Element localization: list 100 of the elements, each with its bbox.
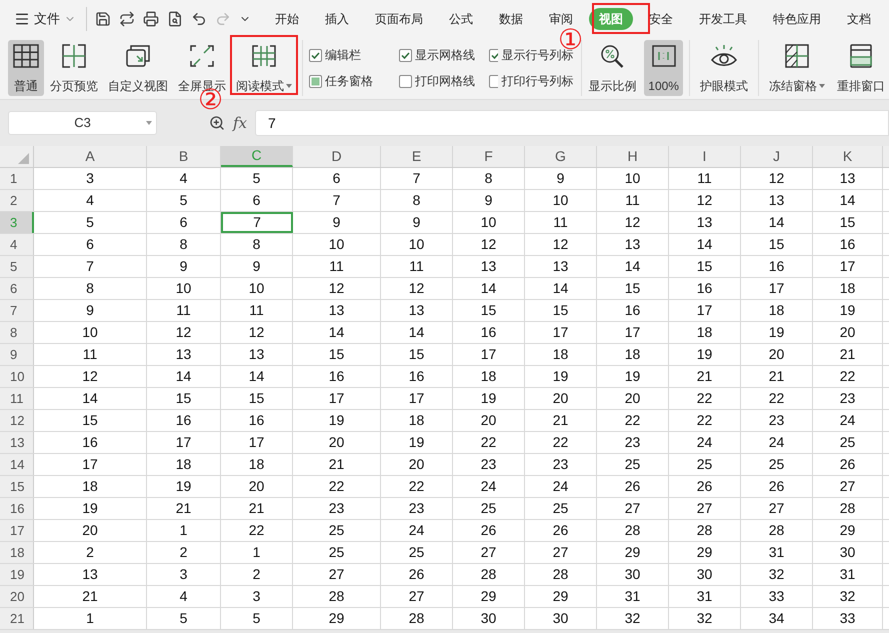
table-cell[interactable]: 10	[34, 322, 147, 343]
table-cell[interactable]: 19	[147, 476, 221, 497]
column-header[interactable]: G	[525, 146, 597, 167]
table-cell[interactable]: 9	[453, 190, 525, 211]
table-cell[interactable]: 24	[525, 476, 597, 497]
table-cell[interactable]: 14	[525, 278, 597, 299]
table-cell[interactable]: 16	[221, 410, 293, 431]
row-header[interactable]: 14	[0, 454, 34, 475]
table-cell[interactable]: 11	[525, 212, 597, 233]
table-cell[interactable]: 31	[669, 586, 741, 607]
table-cell[interactable]: 10	[597, 168, 669, 189]
table-cell[interactable]: 18	[453, 366, 525, 387]
table-cell[interactable]: 26	[669, 476, 741, 497]
table-cell[interactable]: 19	[34, 498, 147, 519]
table-cell[interactable]: 20	[525, 388, 597, 409]
table-cell[interactable]: 25	[453, 498, 525, 519]
row-header[interactable]: 6	[0, 278, 34, 299]
table-cell[interactable]: 11	[34, 344, 147, 365]
table-cell[interactable]: 26	[525, 520, 597, 541]
column-header[interactable]: K	[813, 146, 883, 167]
table-cell[interactable]: 27	[813, 476, 883, 497]
table-cell[interactable]: 15	[147, 388, 221, 409]
table-cell[interactable]: 24	[741, 432, 813, 453]
column-header[interactable]: E	[381, 146, 453, 167]
table-cell[interactable]: 5	[147, 608, 221, 629]
table-cell[interactable]: 7	[293, 190, 381, 211]
table-cell[interactable]: 5	[221, 608, 293, 629]
table-cell[interactable]: 21	[147, 498, 221, 519]
table-cell[interactable]: 28	[813, 498, 883, 519]
table-cell[interactable]: 33	[741, 586, 813, 607]
ribbon-button[interactable]: 重排窗口	[832, 40, 889, 96]
table-cell[interactable]: 7	[34, 256, 147, 277]
table-cell[interactable]: 2	[34, 542, 147, 563]
ribbon-tab[interactable]: 数据	[489, 8, 533, 30]
table-cell[interactable]: 21	[293, 454, 381, 475]
table-cell[interactable]: 29	[669, 542, 741, 563]
ribbon-tab[interactable]: 开发工具	[689, 8, 757, 30]
table-cell[interactable]: 10	[381, 234, 453, 255]
table-cell[interactable]: 19	[453, 388, 525, 409]
row-header[interactable]: 9	[0, 344, 34, 365]
table-cell[interactable]: 17	[34, 454, 147, 475]
table-cell[interactable]: 34	[741, 608, 813, 629]
table-cell[interactable]: 22	[669, 410, 741, 431]
ribbon-button[interactable]: 自定义视图	[104, 40, 172, 96]
table-cell[interactable]: 29	[293, 608, 381, 629]
table-cell[interactable]: 14	[453, 278, 525, 299]
ribbon-tab[interactable]: 特色应用	[763, 8, 831, 30]
table-cell[interactable]: 14	[669, 234, 741, 255]
table-cell[interactable]: 20	[453, 410, 525, 431]
table-cell[interactable]: 11	[147, 300, 221, 321]
table-cell[interactable]: 32	[669, 608, 741, 629]
row-header[interactable]: 18	[0, 542, 34, 563]
table-cell[interactable]: 13	[669, 212, 741, 233]
table-cell[interactable]: 7	[221, 212, 293, 233]
row-header[interactable]: 8	[0, 322, 34, 343]
table-cell[interactable]: 17	[525, 322, 597, 343]
row-header[interactable]: 10	[0, 366, 34, 387]
ribbon-tab[interactable]: 审阅	[539, 8, 583, 30]
table-cell[interactable]: 3	[147, 564, 221, 585]
row-header[interactable]: 15	[0, 476, 34, 497]
undo-icon[interactable]	[191, 10, 207, 26]
table-cell[interactable]: 19	[381, 432, 453, 453]
table-cell[interactable]: 14	[813, 190, 883, 211]
table-cell[interactable]: 30	[597, 564, 669, 585]
row-header[interactable]: 11	[0, 388, 34, 409]
ribbon-button[interactable]: 阅读模式	[232, 40, 296, 96]
table-cell[interactable]: 15	[293, 344, 381, 365]
table-cell[interactable]: 20	[813, 322, 883, 343]
table-cell[interactable]: 20	[741, 344, 813, 365]
table-cell[interactable]: 31	[597, 586, 669, 607]
table-cell[interactable]: 9	[34, 300, 147, 321]
table-cell[interactable]: 6	[147, 212, 221, 233]
row-header[interactable]: 2	[0, 190, 34, 211]
table-cell[interactable]: 28	[453, 564, 525, 585]
table-cell[interactable]: 14	[293, 322, 381, 343]
table-cell[interactable]: 29	[597, 542, 669, 563]
table-cell[interactable]: 29	[453, 586, 525, 607]
table-cell[interactable]: 16	[381, 366, 453, 387]
table-cell[interactable]: 13	[453, 256, 525, 277]
table-cell[interactable]: 9	[293, 212, 381, 233]
checkbox[interactable]	[308, 74, 322, 88]
table-cell[interactable]: 12	[741, 168, 813, 189]
table-cell[interactable]: 31	[813, 564, 883, 585]
table-cell[interactable]: 12	[669, 190, 741, 211]
table-cell[interactable]: 20	[293, 432, 381, 453]
table-cell[interactable]: 13	[221, 344, 293, 365]
table-cell[interactable]: 25	[381, 542, 453, 563]
table-cell[interactable]: 9	[525, 168, 597, 189]
table-cell[interactable]: 15	[813, 212, 883, 233]
table-cell[interactable]: 25	[813, 432, 883, 453]
table-cell[interactable]: 29	[813, 520, 883, 541]
table-cell[interactable]: 12	[525, 234, 597, 255]
table-cell[interactable]: 13	[34, 564, 147, 585]
checkbox[interactable]	[399, 74, 412, 88]
table-cell[interactable]: 23	[293, 498, 381, 519]
print-icon[interactable]	[143, 10, 159, 26]
table-cell[interactable]: 26	[453, 520, 525, 541]
table-cell[interactable]: 30	[669, 564, 741, 585]
table-cell[interactable]: 10	[147, 278, 221, 299]
table-cell[interactable]: 2	[147, 542, 221, 563]
